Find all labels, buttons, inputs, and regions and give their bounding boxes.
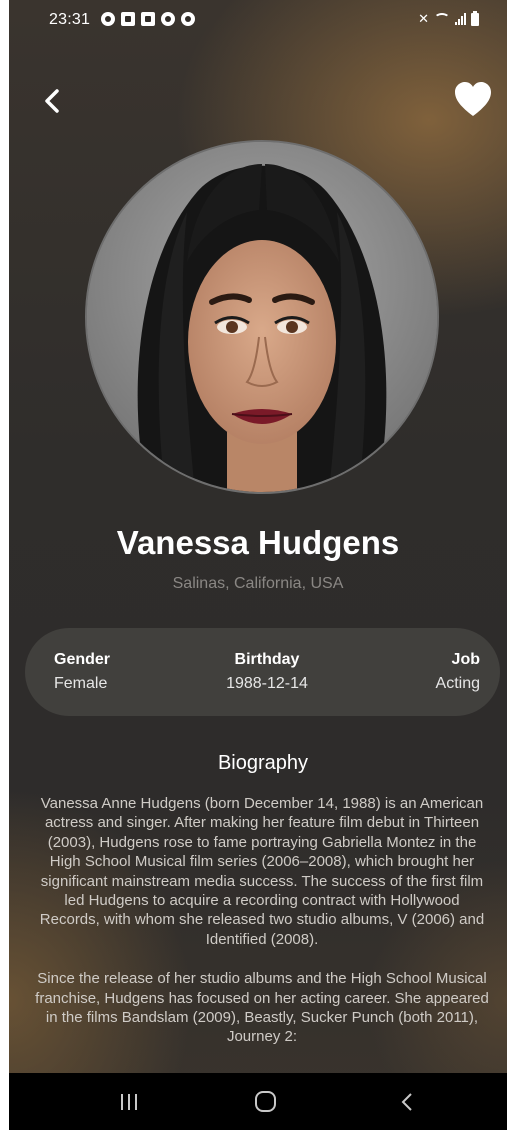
biography-text[interactable]: Vanessa Anne Hudgens (born December 14, … [33, 794, 491, 1067]
recents-icon [121, 1094, 137, 1110]
biography-heading: Biography [217, 752, 309, 774]
favorite-button[interactable] [453, 80, 493, 120]
battery-icon [471, 10, 479, 26]
system-nav-bar [9, 1073, 507, 1130]
record-icon [181, 12, 195, 26]
wifi-icon [434, 13, 450, 25]
biography-paragraph: Since the release of her studio albums a… [35, 970, 489, 1046]
mute-icon: ✕ [418, 11, 429, 26]
status-bar: 23:31 ✕ [9, 0, 507, 40]
person-name: Vanessa Hudgens [116, 524, 400, 561]
info-card: Gender Female Birthday 1988-12-14 Job Ac… [25, 628, 500, 716]
person-detail-screen: 23:31 ✕ Vanessa Hudgens Salinas, Califor… [9, 0, 507, 1130]
job-info: Job Acting [436, 651, 480, 693]
back-button[interactable] [37, 84, 67, 118]
home-icon [255, 1091, 276, 1112]
vpn-icon [161, 12, 175, 26]
chevron-left-icon [45, 89, 59, 113]
place-of-birth: Salinas, California, USA [172, 575, 344, 592]
status-time: 23:31 [49, 11, 91, 28]
signal-icon [455, 13, 466, 25]
notification-icon [121, 12, 135, 26]
heart-icon [455, 82, 491, 116]
job-value: Acting [435, 675, 480, 692]
back-icon [401, 1093, 412, 1111]
nav-back-button[interactable] [387, 1087, 427, 1117]
status-notification-icons [101, 12, 195, 26]
home-button[interactable] [246, 1087, 286, 1117]
status-system-icons: ✕ [418, 10, 479, 27]
app-a-icon [101, 12, 115, 26]
biography-paragraph: Vanessa Anne Hudgens (born December 14, … [39, 795, 485, 948]
job-label: Job [451, 651, 480, 668]
gallery-icon [141, 12, 155, 26]
recents-button[interactable] [109, 1087, 149, 1117]
profile-photo [85, 140, 439, 494]
